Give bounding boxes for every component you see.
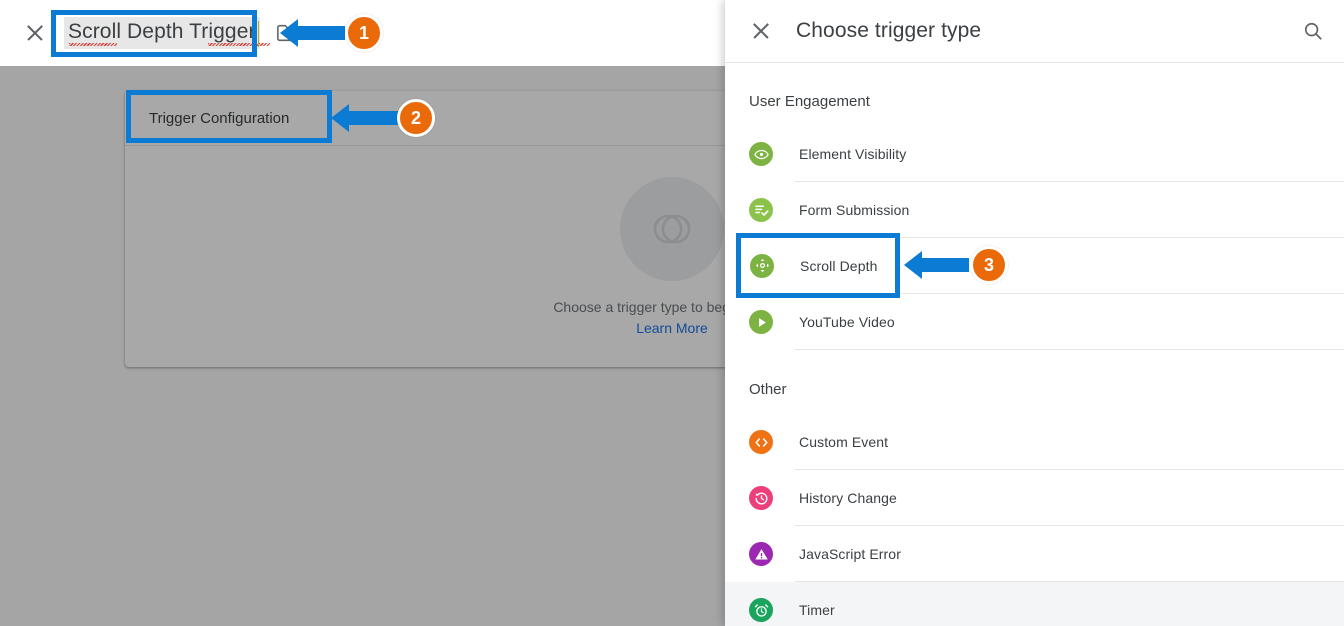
panel-header: Choose trigger type [725, 0, 1344, 63]
trigger-name-text[interactable]: Scroll Depth Trigger [68, 20, 256, 43]
learn-more-link[interactable]: Learn More [636, 320, 708, 336]
form-check-icon [749, 198, 773, 222]
search-icon[interactable] [1298, 16, 1328, 46]
folder-icon[interactable] [276, 22, 298, 44]
trigger-type-list[interactable]: User Engagement Element Visibility Form Su… [725, 62, 1344, 626]
scroll-depth-label: Scroll Depth [800, 257, 878, 274]
list-divider [795, 349, 1344, 350]
youtube-video-option[interactable]: YouTube Video [725, 294, 1344, 350]
trigger-option-label: JavaScript Error [799, 546, 901, 562]
spellcheck-squiggle [208, 43, 270, 46]
element-visibility-option[interactable]: Element Visibility [725, 126, 1344, 182]
trigger-option-label: Form Submission [799, 202, 910, 218]
trigger-option-label: Element Visibility [799, 146, 907, 162]
workspace-top-bar-foreground: Scroll Depth Trigger [0, 0, 725, 66]
panel-title: Choose trigger type [796, 19, 982, 42]
trigger-option-label: Custom Event [799, 434, 889, 450]
history-icon [749, 486, 773, 510]
text-caret [257, 21, 259, 47]
code-brackets-icon [749, 430, 773, 454]
trigger-name-field-foreground[interactable]: Scroll Depth Trigger [64, 17, 298, 49]
alarm-clock-icon [749, 598, 773, 622]
timer-option[interactable]: Timer [725, 582, 1344, 626]
scroll-move-icon [750, 253, 774, 278]
javascript-error-option[interactable]: JavaScript Error [725, 526, 1344, 582]
history-change-option[interactable]: History Change [725, 470, 1344, 526]
close-icon[interactable] [23, 21, 47, 45]
custom-event-option[interactable]: Custom Event [725, 414, 1344, 470]
trigger-option-label: Timer [799, 602, 835, 618]
choose-trigger-type-panel: Choose trigger type User Engagement Eleme… [725, 0, 1344, 626]
spellcheck-squiggle [69, 43, 117, 46]
trigger-option-label: History Change [799, 490, 897, 506]
play-icon [749, 310, 773, 334]
eye-icon [749, 142, 773, 166]
form-submission-option[interactable]: Form Submission [725, 182, 1344, 238]
group-title-user-engagement: User Engagement [749, 93, 870, 110]
warning-icon [749, 542, 773, 566]
group-title-other: Other [749, 381, 787, 398]
close-icon[interactable] [749, 19, 773, 43]
trigger-placeholder-icon [620, 177, 724, 281]
trigger-option-label: YouTube Video [799, 314, 895, 330]
trigger-configuration-label: Trigger Configuration [149, 109, 290, 127]
scroll-depth-option[interactable]: Scroll Depth [742, 240, 894, 291]
